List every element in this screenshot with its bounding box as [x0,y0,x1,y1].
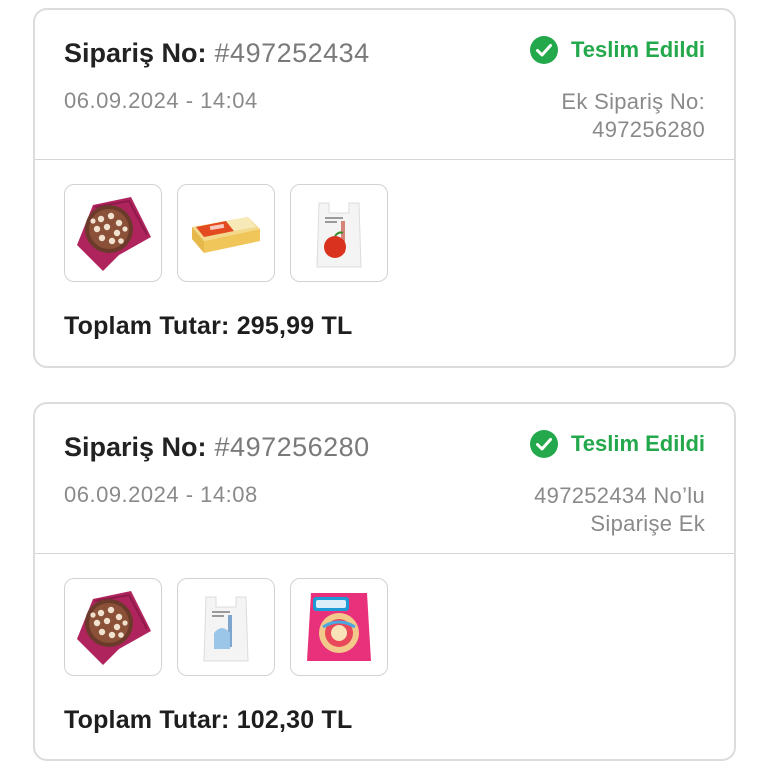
linked-order-number: 497256280 [592,117,705,142]
linked-order-info: 497252434 No’lu Siparişe Ek [534,482,705,538]
status-text: Teslim Edildi [570,431,705,456]
linked-order-label: 497252434 No’lu [534,483,705,508]
product-thumb-shopping-bag[interactable] [177,578,275,676]
order-card[interactable]: Sipariş No: #497256280 06.09.2024 - 14:08… [33,402,736,761]
shopping-bag-image [316,202,362,268]
order-card-header: Sipariş No: #497252434 06.09.2024 - 14:04… [35,10,734,160]
product-thumb-shopping-bag[interactable] [290,184,388,282]
order-number-label: Sipariş No: [64,38,207,68]
cake-pack-image [307,593,371,661]
product-thumbnails [64,578,388,676]
status-badge: Teslim Edildi [529,35,705,65]
linked-order-info: Ek Sipariş No: 497256280 [561,88,705,144]
order-total: Toplam Tutar: 295,99 TL [64,312,353,340]
order-number-line: Sipariş No: #497252434 [64,38,370,69]
check-circle-icon [529,430,558,458]
order-card-header: Sipariş No: #497256280 06.09.2024 - 14:08… [35,404,734,554]
order-date: 06.09.2024 - 14:04 [64,88,258,113]
orders-page: Sipariş No: #497252434 06.09.2024 - 14:04… [0,0,768,768]
order-date: 06.09.2024 - 14:08 [64,482,258,507]
chocolate-biscuit-image [77,591,151,665]
linked-order-suffix: Siparişe Ek [590,511,705,536]
chocolate-biscuit-image [77,197,151,271]
order-number: #497256280 [214,432,370,462]
product-thumb-kekstra-cake[interactable] [290,578,388,676]
linked-order-label: Ek Sipariş No: [561,89,705,114]
shopping-bag-image [203,596,249,662]
check-circle-icon [529,36,558,64]
order-number: #497252434 [214,38,370,68]
butter-block-image [192,217,260,253]
product-thumb-butter[interactable] [177,184,275,282]
order-number-label: Sipariş No: [64,432,207,462]
status-badge: Teslim Edildi [529,429,705,459]
product-thumb-chocolate-biscuit[interactable] [64,184,162,282]
product-thumb-chocolate-biscuit[interactable] [64,578,162,676]
product-thumbnails [64,184,388,282]
order-total: Toplam Tutar: 102,30 TL [64,706,353,734]
order-number-line: Sipariş No: #497256280 [64,432,370,463]
status-text: Teslim Edildi [570,37,705,62]
order-card[interactable]: Sipariş No: #497252434 06.09.2024 - 14:04… [33,8,736,368]
